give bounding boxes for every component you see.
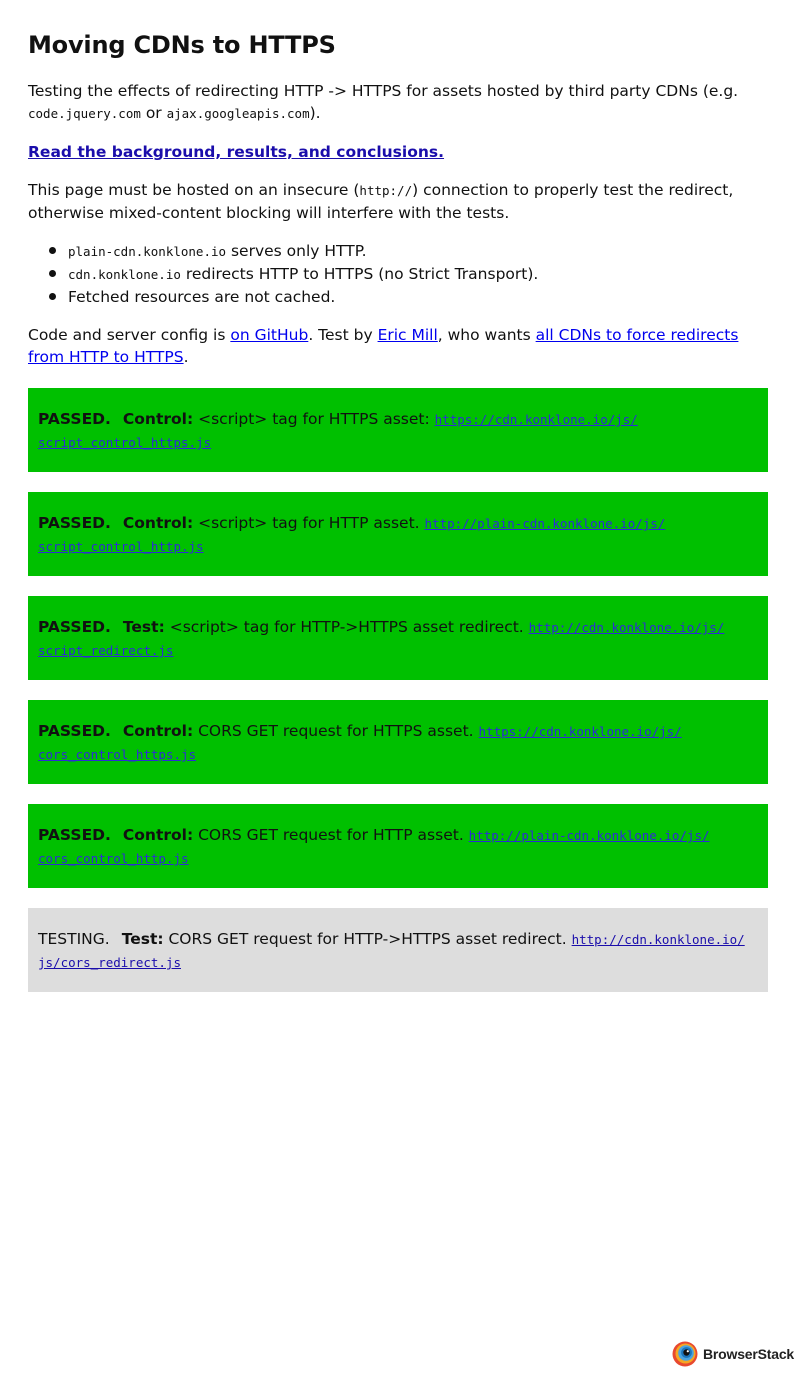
author-link[interactable]: Eric Mill [378,326,438,344]
test-asset-url-part: script_control_https.js [38,435,212,450]
test-asset-url-part: cors_control_https.js [38,747,197,762]
note-code: plain-cdn.konklone.io [68,244,227,259]
insecure-code: http:// [359,183,413,198]
test-result-cors-http: PASSED. Control: CORS GET request for HTT… [28,804,768,888]
test-description: <script> tag for HTTPS asset: [193,410,435,428]
bullet-icon [49,293,56,300]
intro-paragraph: Testing the effects of redirecting HTTP … [28,80,768,125]
intro-text-before: Testing the effects of redirecting HTTP … [28,82,739,100]
test-asset-url-part: https://cdn.konklone.io/js/ [478,724,682,739]
credits-text: . Test by [308,326,378,344]
test-result-cors-https: PASSED. Control: CORS GET request for HTT… [28,700,768,784]
test-status: PASSED. [38,410,111,428]
test-description: CORS GET request for HTTPS asset. [193,722,479,740]
test-status: PASSED. [38,826,111,844]
browserstack-label: BrowserStack [703,1346,794,1362]
test-kind: Control: [122,722,194,740]
test-asset-url-part: http://cdn.konklone.io/js/ [528,620,725,635]
test-kind: Test: [121,930,164,948]
browserstack-logo-icon [672,1341,698,1367]
test-asset-url-part: http://cdn.konklone.io/ [571,932,745,947]
background-link[interactable]: Read the background, results, and conclu… [28,143,444,161]
background-link-paragraph: Read the background, results, and conclu… [28,141,768,163]
list-item: plain-cdn.konklone.io serves only HTTP. [49,240,768,263]
credits-paragraph: Code and server config is on GitHub. Tes… [28,324,768,368]
intro-text-after: ). [309,104,321,122]
page-title: Moving CDNs to HTTPS [28,31,336,59]
bullet-icon [49,270,56,277]
credits-text: , who wants [437,326,536,344]
test-kind: Test: [122,618,165,636]
insecure-paragraph: This page must be hosted on an insecure … [28,179,768,224]
test-status: PASSED. [38,514,111,532]
test-result-script-https: PASSED. Control: <script> tag for HTTPS a… [28,388,768,472]
test-asset-url-part: http://plain-cdn.konklone.io/js/ [468,828,710,843]
list-item: cdn.konklone.io redirects HTTP to HTTPS … [49,263,768,286]
test-asset-url-part: script_control_http.js [38,539,204,554]
credits-text: Code and server config is [28,326,231,344]
test-results: PASSED. Control: <script> tag for HTTPS a… [28,388,768,992]
test-kind: Control: [122,514,194,532]
test-description: <script> tag for HTTP asset. [193,514,425,532]
page-content: Moving CDNs to HTTPS Testing the effects… [28,0,768,1012]
test-result-cors-redirect: TESTING. Test: CORS GET request for HTTP-… [28,908,768,992]
credits-text: . [183,348,189,366]
test-asset-url-part: https://cdn.konklone.io/js/ [434,412,638,427]
test-description: CORS GET request for HTTP asset. [193,826,469,844]
test-result-script-http: PASSED. Control: <script> tag for HTTP as… [28,492,768,576]
test-status: PASSED. [38,722,111,740]
test-result-script-redirect: PASSED. Test: <script> tag for HTTP->HTTP… [28,596,768,680]
test-description: <script> tag for HTTP->HTTPS asset redir… [164,618,529,636]
test-status: TESTING. [38,930,110,948]
test-status: PASSED. [38,618,111,636]
notes-list: plain-cdn.konklone.io serves only HTTP. … [28,240,768,308]
test-kind: Control: [122,410,194,428]
browserstack-badge[interactable]: BrowserStack [672,1340,794,1368]
test-asset-url-part: cors_control_http.js [38,851,189,866]
note-text: redirects HTTP to HTTPS (no Strict Trans… [180,265,539,283]
test-kind: Control: [122,826,194,844]
intro-text-or: or [140,104,167,122]
bullet-icon [49,247,56,254]
intro-code-googleapis: ajax.googleapis.com [166,106,310,121]
test-asset-url-part: script_redirect.js [38,643,174,658]
note-code: cdn.konklone.io [68,267,181,282]
insecure-text-before: This page must be hosted on an insecure … [28,181,360,199]
note-text: Fetched resources are not cached. [68,288,336,306]
intro-code-jquery: code.jquery.com [28,106,141,121]
note-text: serves only HTTP. [226,242,367,260]
test-description: CORS GET request for HTTP->HTTPS asset r… [163,930,572,948]
list-item: Fetched resources are not cached. [49,286,768,308]
github-link[interactable]: on GitHub [230,326,308,344]
test-asset-url-part: http://plain-cdn.konklone.io/js/ [424,516,666,531]
test-asset-url-part: js/cors_redirect.js [38,955,181,970]
